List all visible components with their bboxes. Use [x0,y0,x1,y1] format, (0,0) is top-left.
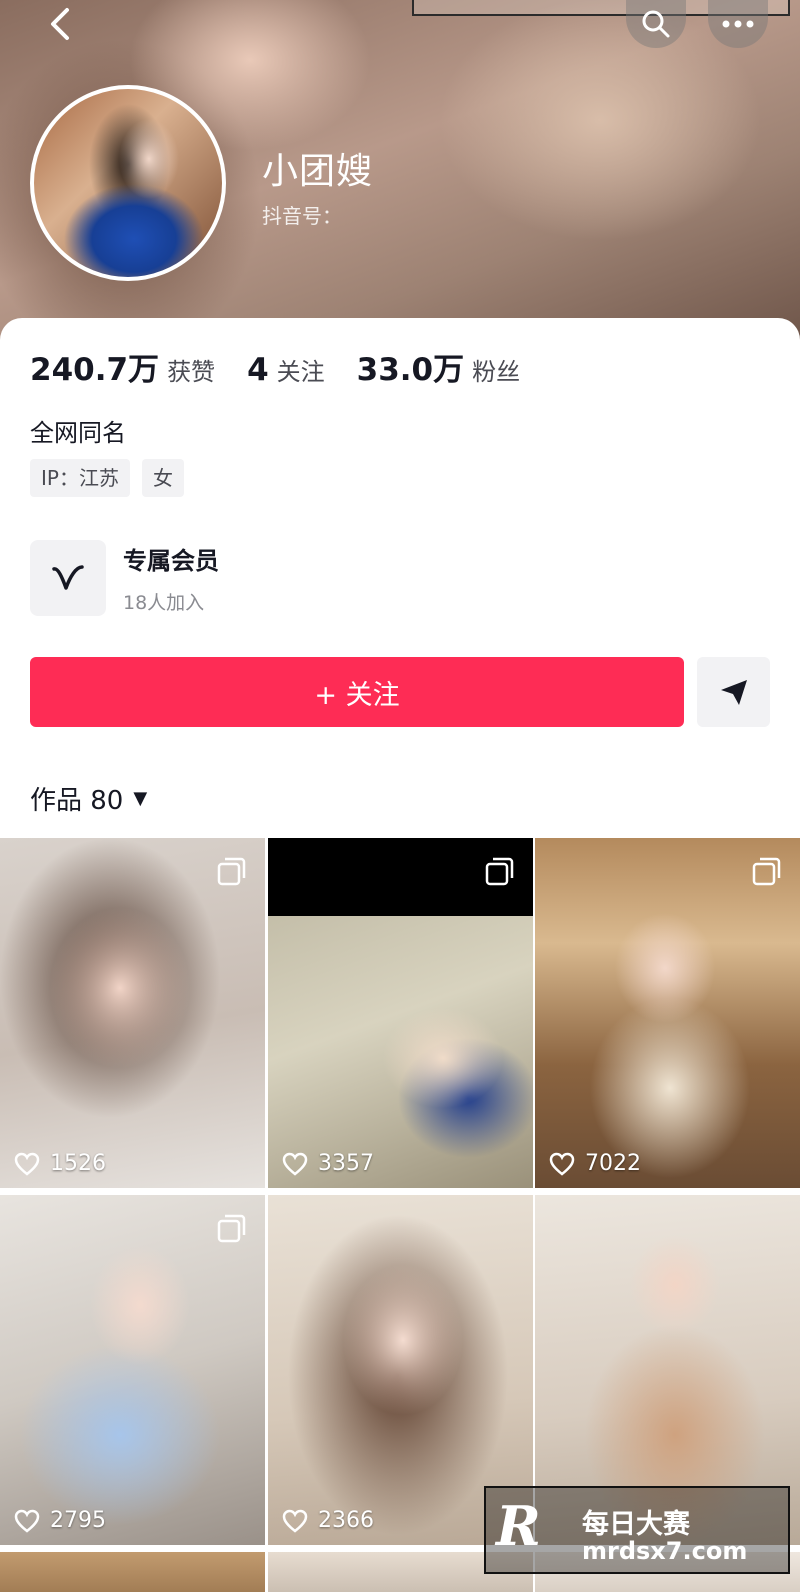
exclusive-membership-entry[interactable]: 专属会员 18人加入 [30,540,219,616]
share-arrow-icon [720,680,747,705]
like-count-value: 1526 [50,1151,106,1176]
vip-v-icon [30,540,106,616]
like-count: 3357 [282,1151,374,1176]
profile-name: 小团嫂 [262,151,374,192]
stat-value: 33.0万 [356,352,465,388]
profile-cover: 小团嫂 抖音号： [0,0,800,340]
stat-label: 关注 [276,358,325,386]
avatar[interactable] [30,85,226,281]
heart-icon [14,1152,40,1176]
stat-label: 粉丝 [472,358,521,386]
stat-label: 获赞 [167,358,216,386]
like-count: 1526 [14,1151,106,1176]
membership-title: 专属会员 [123,547,219,575]
like-count-value: 3357 [318,1151,374,1176]
multi-image-icon [217,857,246,886]
work-item[interactable]: 3357 [268,838,533,1188]
heart-icon [549,1152,575,1176]
like-count: 2795 [14,1508,106,1533]
like-count: 7022 [549,1151,641,1176]
tab-works[interactable]: 作品 80 ▼ [30,780,147,817]
work-item[interactable]: 7022 [535,838,800,1188]
douyin-id[interactable]: 抖音号： [262,200,342,229]
like-count-value: 2366 [318,1508,374,1533]
back-button[interactable] [30,0,90,48]
stat-value: 240.7万 [30,352,160,388]
profile-stats: 240.7万 获赞 4 关注 33.0万 粉丝 [30,344,552,389]
work-item[interactable]: 1526 [0,838,265,1188]
multi-image-icon [217,1214,246,1243]
profile-tags: IP：江苏 女 [30,459,196,497]
like-count-value: 2795 [50,1508,106,1533]
membership-text: 专属会员 18人加入 [123,541,219,615]
work-item[interactable]: 2795 [0,1195,265,1545]
membership-subtitle: 18人加入 [123,592,205,614]
profile-bio: 全网同名 [30,419,126,447]
stat-value: 4 [247,352,269,388]
tag-ip-location: IP：江苏 [30,459,130,497]
follow-button-label: + 关注 [314,679,400,711]
search-icon [642,10,670,38]
like-count-value: 7022 [585,1151,641,1176]
multi-image-icon [485,857,514,886]
watermark-url: mrdsx7.com [582,1537,748,1565]
stat-following[interactable]: 4 关注 [247,352,325,388]
share-button[interactable] [697,657,770,727]
heart-icon [14,1509,40,1533]
multi-image-icon [752,857,781,886]
heart-icon [282,1509,308,1533]
watermark: R 每日大赛 mrdsx7.com [484,1486,790,1574]
work-item[interactable] [0,1552,265,1592]
search-button[interactable] [626,0,686,48]
back-arrow-icon [51,8,69,40]
watermark-logo: R [496,1494,541,1558]
more-button[interactable] [708,0,768,48]
heart-icon [282,1152,308,1176]
caret-down-icon: ▼ [133,788,148,809]
follow-button[interactable]: + 关注 [30,657,684,727]
works-tab-label: 作品 80 [30,786,124,816]
watermark-title: 每日大赛 [582,1509,690,1540]
like-count: 2366 [282,1508,374,1533]
stat-likes[interactable]: 240.7万 获赞 [30,344,215,389]
tag-gender: 女 [141,459,184,497]
stat-followers[interactable]: 33.0万 粉丝 [357,344,521,389]
more-icon [722,20,754,28]
